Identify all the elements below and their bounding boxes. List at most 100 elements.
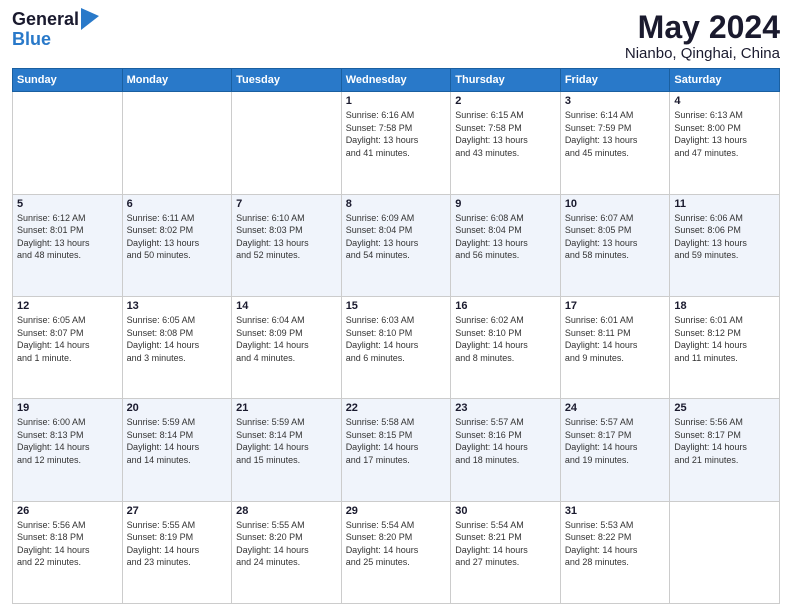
calendar-cell <box>232 92 342 194</box>
day-info: Sunrise: 5:54 AM Sunset: 8:20 PM Dayligh… <box>346 519 447 569</box>
calendar-cell <box>13 92 123 194</box>
day-info: Sunrise: 5:59 AM Sunset: 8:14 PM Dayligh… <box>127 416 228 466</box>
day-info: Sunrise: 6:10 AM Sunset: 8:03 PM Dayligh… <box>236 212 337 262</box>
logo-blue: Blue <box>12 30 99 50</box>
day-number: 1 <box>346 95 447 107</box>
day-number: 27 <box>127 505 228 517</box>
calendar-cell: 3Sunrise: 6:14 AM Sunset: 7:59 PM Daylig… <box>560 92 670 194</box>
day-info: Sunrise: 6:09 AM Sunset: 8:04 PM Dayligh… <box>346 212 447 262</box>
calendar-week-4: 26Sunrise: 5:56 AM Sunset: 8:18 PM Dayli… <box>13 501 780 603</box>
logo-icon <box>81 8 99 30</box>
day-number: 24 <box>565 402 666 414</box>
day-info: Sunrise: 6:05 AM Sunset: 8:07 PM Dayligh… <box>17 314 118 364</box>
calendar-cell: 16Sunrise: 6:02 AM Sunset: 8:10 PM Dayli… <box>451 296 561 398</box>
day-info: Sunrise: 5:54 AM Sunset: 8:21 PM Dayligh… <box>455 519 556 569</box>
calendar-cell: 14Sunrise: 6:04 AM Sunset: 8:09 PM Dayli… <box>232 296 342 398</box>
calendar-cell: 21 Sunrise: 5:59 AM Sunset: 8:14 PM Dayli… <box>232 399 342 501</box>
header-thursday: Thursday <box>451 69 561 92</box>
day-number: 23 <box>455 402 556 414</box>
calendar-cell: 26Sunrise: 5:56 AM Sunset: 8:18 PM Dayli… <box>13 501 123 603</box>
day-number: 17 <box>565 300 666 312</box>
day-info: Sunrise: 5:55 AM Sunset: 8:19 PM Dayligh… <box>127 519 228 569</box>
calendar-cell: 5 Sunrise: 6:12 AM Sunset: 8:01 PM Daylig… <box>13 194 123 296</box>
day-info: Sunrise: 6:02 AM Sunset: 8:10 PM Dayligh… <box>455 314 556 364</box>
calendar-cell: 17 Sunrise: 6:01 AM Sunset: 8:11 PM Dayli… <box>560 296 670 398</box>
logo: General Blue <box>12 10 99 50</box>
day-info: Sunrise: 6:03 AM Sunset: 8:10 PM Dayligh… <box>346 314 447 364</box>
day-info: Sunrise: 6:16 AM Sunset: 7:58 PM Dayligh… <box>346 109 447 159</box>
calendar-cell <box>122 92 232 194</box>
calendar-cell: 10 Sunrise: 6:07 AM Sunset: 8:05 PM Dayli… <box>560 194 670 296</box>
header: General Blue May 2024 Nianbo, Qinghai, C… <box>12 10 780 62</box>
day-number: 5 <box>17 198 118 210</box>
header-saturday: Saturday <box>670 69 780 92</box>
calendar-week-3: 19Sunrise: 6:00 AM Sunset: 8:13 PM Dayli… <box>13 399 780 501</box>
day-number: 21 <box>236 402 337 414</box>
day-number: 30 <box>455 505 556 517</box>
calendar-cell: 8Sunrise: 6:09 AM Sunset: 8:04 PM Daylig… <box>341 194 451 296</box>
day-number: 11 <box>674 198 775 210</box>
day-info: Sunrise: 6:11 AM Sunset: 8:02 PM Dayligh… <box>127 212 228 262</box>
calendar-cell <box>670 501 780 603</box>
day-info: Sunrise: 6:01 AM Sunset: 8:11 PM Dayligh… <box>565 314 666 364</box>
header-friday: Friday <box>560 69 670 92</box>
day-number: 22 <box>346 402 447 414</box>
day-info: Sunrise: 5:59 AM Sunset: 8:14 PM Dayligh… <box>236 416 337 466</box>
header-wednesday: Wednesday <box>341 69 451 92</box>
day-info: Sunrise: 5:58 AM Sunset: 8:15 PM Dayligh… <box>346 416 447 466</box>
logo-text: General Blue <box>12 10 99 50</box>
day-number: 15 <box>346 300 447 312</box>
calendar-cell: 4 Sunrise: 6:13 AM Sunset: 8:00 PM Daylig… <box>670 92 780 194</box>
day-info: Sunrise: 5:57 AM Sunset: 8:16 PM Dayligh… <box>455 416 556 466</box>
day-number: 4 <box>674 95 775 107</box>
day-number: 13 <box>127 300 228 312</box>
calendar-cell: 18Sunrise: 6:01 AM Sunset: 8:12 PM Dayli… <box>670 296 780 398</box>
day-number: 12 <box>17 300 118 312</box>
day-number: 9 <box>455 198 556 210</box>
day-info: Sunrise: 6:07 AM Sunset: 8:05 PM Dayligh… <box>565 212 666 262</box>
calendar-header-row: Sunday Monday Tuesday Wednesday Thursday… <box>13 69 780 92</box>
calendar-cell: 23 Sunrise: 5:57 AM Sunset: 8:16 PM Dayli… <box>451 399 561 501</box>
day-number: 20 <box>127 402 228 414</box>
header-tuesday: Tuesday <box>232 69 342 92</box>
day-info: Sunrise: 6:12 AM Sunset: 8:01 PM Dayligh… <box>17 212 118 262</box>
calendar-cell: 27 Sunrise: 5:55 AM Sunset: 8:19 PM Dayli… <box>122 501 232 603</box>
day-info: Sunrise: 6:08 AM Sunset: 8:04 PM Dayligh… <box>455 212 556 262</box>
day-number: 31 <box>565 505 666 517</box>
calendar-cell: 30 Sunrise: 5:54 AM Sunset: 8:21 PM Dayli… <box>451 501 561 603</box>
day-number: 25 <box>674 402 775 414</box>
calendar-cell: 7 Sunrise: 6:10 AM Sunset: 8:03 PM Daylig… <box>232 194 342 296</box>
calendar-cell: 12 Sunrise: 6:05 AM Sunset: 8:07 PM Dayli… <box>13 296 123 398</box>
header-monday: Monday <box>122 69 232 92</box>
title-month: May 2024 <box>625 10 780 45</box>
calendar-cell: 13Sunrise: 6:05 AM Sunset: 8:08 PM Dayli… <box>122 296 232 398</box>
day-info: Sunrise: 6:00 AM Sunset: 8:13 PM Dayligh… <box>17 416 118 466</box>
calendar-cell: 29 Sunrise: 5:54 AM Sunset: 8:20 PM Dayli… <box>341 501 451 603</box>
calendar-cell: 19Sunrise: 6:00 AM Sunset: 8:13 PM Dayli… <box>13 399 123 501</box>
calendar-cell: 1 Sunrise: 6:16 AM Sunset: 7:58 PM Daylig… <box>341 92 451 194</box>
calendar-week-2: 12 Sunrise: 6:05 AM Sunset: 8:07 PM Dayli… <box>13 296 780 398</box>
calendar-cell: 2Sunrise: 6:15 AM Sunset: 7:58 PM Daylig… <box>451 92 561 194</box>
title-block: May 2024 Nianbo, Qinghai, China <box>625 10 780 62</box>
day-number: 7 <box>236 198 337 210</box>
day-number: 18 <box>674 300 775 312</box>
day-info: Sunrise: 5:56 AM Sunset: 8:18 PM Dayligh… <box>17 519 118 569</box>
day-number: 10 <box>565 198 666 210</box>
day-number: 6 <box>127 198 228 210</box>
day-number: 2 <box>455 95 556 107</box>
day-info: Sunrise: 5:55 AM Sunset: 8:20 PM Dayligh… <box>236 519 337 569</box>
day-number: 29 <box>346 505 447 517</box>
calendar-cell: 25 Sunrise: 5:56 AM Sunset: 8:17 PM Dayli… <box>670 399 780 501</box>
calendar-week-1: 5 Sunrise: 6:12 AM Sunset: 8:01 PM Daylig… <box>13 194 780 296</box>
calendar-cell: 9 Sunrise: 6:08 AM Sunset: 8:04 PM Daylig… <box>451 194 561 296</box>
day-info: Sunrise: 5:56 AM Sunset: 8:17 PM Dayligh… <box>674 416 775 466</box>
calendar-cell: 28Sunrise: 5:55 AM Sunset: 8:20 PM Dayli… <box>232 501 342 603</box>
calendar-cell: 24Sunrise: 5:57 AM Sunset: 8:17 PM Dayli… <box>560 399 670 501</box>
day-info: Sunrise: 5:53 AM Sunset: 8:22 PM Dayligh… <box>565 519 666 569</box>
calendar-cell: 22 Sunrise: 5:58 AM Sunset: 8:15 PM Dayli… <box>341 399 451 501</box>
page: General Blue May 2024 Nianbo, Qinghai, C… <box>0 0 792 612</box>
day-number: 3 <box>565 95 666 107</box>
day-info: Sunrise: 6:13 AM Sunset: 8:00 PM Dayligh… <box>674 109 775 159</box>
calendar-table: Sunday Monday Tuesday Wednesday Thursday… <box>12 68 780 604</box>
calendar-cell: 11Sunrise: 6:06 AM Sunset: 8:06 PM Dayli… <box>670 194 780 296</box>
